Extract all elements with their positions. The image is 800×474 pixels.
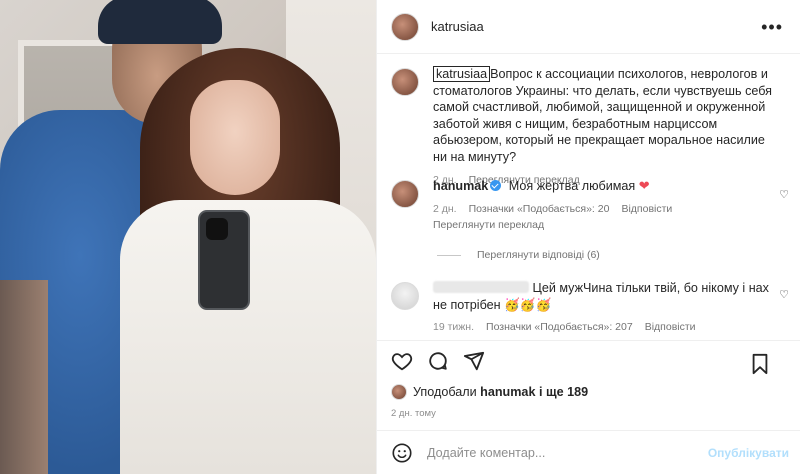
comment-meta: 19 тижн. Позначки «Подобається»: 207 Від… — [433, 321, 773, 333]
add-comment-bar: Опублікувати — [377, 430, 800, 474]
comment-translate-link[interactable]: Переглянути переклад — [433, 219, 544, 231]
comment-meta-translate: Переглянути переклад — [433, 219, 773, 231]
liker-avatar — [391, 384, 407, 400]
comment-item: hanumak Моя жертва любимая ❤ 2 дн. Позна… — [391, 178, 773, 231]
comment-text: hanumak Моя жертва любимая ❤ — [433, 178, 773, 195]
emoji-smiley-icon[interactable] — [391, 442, 413, 464]
liker-username[interactable]: hanumak — [480, 385, 535, 399]
red-heart-emoji-icon: ❤ — [638, 178, 650, 193]
comment-time[interactable]: 19 тижн. — [433, 321, 474, 333]
comment-time[interactable]: 2 дн. — [433, 203, 457, 215]
view-replies-label: Переглянути відповіді (6) — [477, 249, 600, 261]
comment-reply-link[interactable]: Відповісти — [621, 203, 672, 215]
party-emoji-icon: 🥳🥳🥳 — [504, 297, 552, 312]
comment-input[interactable] — [427, 445, 697, 460]
comment-item: Цей мужЧина тільки твій, бо нікому і нах… — [391, 280, 773, 333]
caption-avatar[interactable] — [391, 68, 419, 96]
photo-tattooed-arm — [0, 280, 48, 474]
comment-bubble-icon[interactable] — [427, 350, 449, 372]
verified-badge-icon — [490, 180, 502, 191]
comment-username-redacted[interactable] — [433, 281, 529, 293]
like-heart-icon[interactable] — [391, 350, 413, 372]
likes-summary[interactable]: Уподобали hanumak і ще 189 — [391, 384, 588, 400]
photo-cap — [98, 0, 222, 44]
publish-button[interactable]: Опублікувати — [708, 446, 789, 460]
post-header: katrusiaa ••• — [377, 0, 800, 54]
post-photo[interactable] — [0, 0, 376, 474]
comments-list: katrusiaa Вопрос к ассоциации психологов,… — [377, 54, 800, 340]
author-username[interactable]: katrusiaa — [431, 19, 484, 34]
view-replies-toggle[interactable]: Переглянути відповіді (6) — [437, 249, 600, 261]
photo-phone — [198, 210, 250, 310]
bookmark-save-icon[interactable] — [749, 353, 771, 375]
likes-suffix[interactable]: і ще 189 — [539, 385, 588, 399]
comment-body: Моя жертва любимая — [508, 179, 636, 193]
more-horizontal-icon[interactable]: ••• — [761, 18, 783, 36]
replies-line — [437, 254, 461, 256]
share-paper-plane-icon[interactable] — [463, 350, 485, 372]
comment-likes-count[interactable]: Позначки «Подобається»: 20 — [469, 203, 610, 215]
comment-reply-link[interactable]: Відповісти — [645, 321, 696, 333]
comment-username[interactable]: hanumak — [433, 179, 488, 193]
post-actions-bar — [377, 340, 800, 380]
comment-text: Цей мужЧина тільки твій, бо нікому і нах… — [433, 280, 773, 313]
author-avatar[interactable] — [391, 12, 419, 41]
comment-likes-count[interactable]: Позначки «Подобається»: 207 — [486, 321, 633, 333]
post-timestamp[interactable]: 2 дн. тому — [391, 408, 436, 419]
caption-block: katrusiaa Вопрос к ассоциации психологов,… — [391, 66, 773, 186]
comment-avatar[interactable] — [391, 180, 419, 208]
caption-username[interactable]: katrusiaa — [433, 66, 491, 82]
photo-woman-face — [190, 80, 280, 195]
comment-like-heart-icon[interactable]: ♡ — [779, 288, 789, 301]
comment-avatar[interactable] — [391, 282, 419, 310]
post-side-panel: katrusiaa ••• katrusiaa Вопрос к ассоциац… — [376, 0, 800, 474]
caption-text: katrusiaa Вопрос к ассоциации психологов,… — [433, 66, 773, 165]
likes-prefix: Уподобали — [413, 385, 477, 399]
comment-like-heart-icon[interactable]: ♡ — [779, 188, 789, 201]
comment-meta: 2 дн. Позначки «Подобається»: 20 Відпові… — [433, 203, 773, 215]
